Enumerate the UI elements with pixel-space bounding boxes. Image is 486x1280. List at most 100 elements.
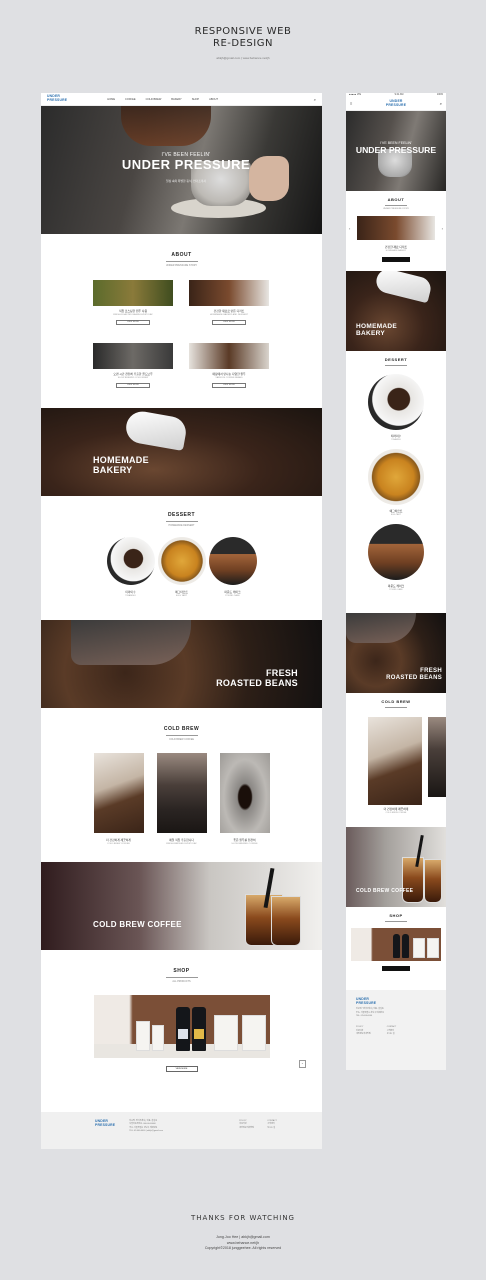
presentation-title-line2: RE-DESIGN <box>213 38 273 49</box>
mobile-bakery-banner: HOMEMADE BAKERY <box>346 271 446 351</box>
mobile-mockup: ●●●●● LTE 9:41 AM 100% ≡ UNDER PRESSURE … <box>346 93 446 1070</box>
coldbrew-caption: 더 건강하게 깨끗하게 <box>106 838 131 842</box>
dessert-caption: 티라미수 <box>125 590 136 594</box>
mobile-coldbrew-coffee-banner: COLD BREW COFFEE <box>346 827 446 907</box>
mobile-dessert-card[interactable]: 티라미수 TIRAMISU <box>346 374 446 441</box>
coldbrew-image <box>219 753 270 833</box>
bakery-brush-image <box>373 271 434 304</box>
mobile-shop-button[interactable] <box>382 966 410 971</box>
mobile-footer-cols: POLICY 이용약관 개인정보처리방침 CONTACT 고객센터 오시는 길 <box>356 1026 446 1036</box>
coldbrew-card[interactable]: 좋은 원두를 천천히 SLOW BREWED COFFEE <box>219 753 270 845</box>
mobile-bakery-label-line2: BAKERY <box>356 330 386 337</box>
footer-link[interactable]: 개인정보처리방침 <box>239 1127 267 1130</box>
coldbrew-subtitle: COLD BREW COFFEE <box>169 738 194 741</box>
coldbrew-image <box>93 753 144 833</box>
mobile-bakery-label-line1: HOMEMADE <box>356 323 398 330</box>
mobile-beans-label-line2: ROASTED BEANS <box>386 675 442 681</box>
nav-coffee[interactable]: COFFEE <box>125 98 136 101</box>
nav-coldbrew[interactable]: COLD BREW <box>146 98 162 101</box>
iced-coffee-glass-image <box>402 857 424 903</box>
footer-contact-col: CONTACT 고객센터 오시는 길 <box>387 1026 397 1036</box>
dessert-caption: 파운드 케이크 <box>224 590 241 594</box>
carousel-prev-icon[interactable]: ‹ <box>349 226 350 231</box>
mobile-dessert-card[interactable]: 파운드 케이크 POUND CAKE <box>346 524 446 591</box>
dessert-card[interactable]: 에그타르트 EGG TART <box>157 537 206 597</box>
footer-logo[interactable]: UNDER PRESSURE <box>95 1119 115 1149</box>
dessert-subcaption: POUND CAKE <box>225 595 240 597</box>
about-card-caption: 매장에서 만나는 다양한 원두 <box>212 372 246 376</box>
mobile-footer-info: 상호명: 언더프레셔 | 대표: 홍길동 주소: 서울특별시 강남구 테헤란로 … <box>356 1008 446 1018</box>
product-box <box>151 1025 164 1051</box>
dessert-card[interactable]: 티라미수 TIRAMISU <box>106 537 155 597</box>
coldbrew-card[interactable]: 더 건강하게 깨끗하게 COLD BREW COFFEE <box>93 753 144 845</box>
coldbrew-title: COLD BREW <box>163 726 200 732</box>
mobile-coldbrew-divider <box>385 707 407 708</box>
mobile-shop-image <box>351 928 441 961</box>
footer-info: 상호명: 언더프레셔 | 대표: 홍길동 사업자등록번호: 000-00-000… <box>129 1120 229 1149</box>
hero-kettle-image <box>121 106 211 146</box>
coldbrew-image <box>156 753 207 833</box>
mobile-hero-title: UNDER PRESSURE <box>355 145 437 155</box>
nav-shop[interactable]: SHOP <box>192 98 199 101</box>
mobile-dessert-card[interactable]: 에그타르트 EGG TART <box>346 449 446 516</box>
mobile-coldbrew-subcaption: COLD BREW COFFEE <box>385 812 407 814</box>
carousel-next-icon[interactable]: › <box>442 226 443 231</box>
footer-policy-col: POLICY 이용약관 개인정보처리방침 <box>239 1120 267 1149</box>
mobile-bakery-label: HOMEMADE BAKERY <box>356 323 397 337</box>
coldbrew-image <box>368 717 422 805</box>
about-view-more-button[interactable]: VIEW MORE <box>116 320 150 325</box>
about-card-subcaption: FRESH ROASTED BEANS EVERY DAY <box>113 314 153 316</box>
about-card: 매장에서 만나는 다양한 원두 VARIOUS COFFEE BEANS VIE… <box>189 343 269 388</box>
dessert-caption: 파운드 케이크 <box>387 584 405 588</box>
product-bottle <box>393 934 400 958</box>
about-view-more-button[interactable]: VIEW MORE <box>212 320 246 325</box>
mobile-nav: ≡ UNDER PRESSURE ⌕ <box>346 97 446 111</box>
search-icon[interactable]: ⌕ <box>440 101 442 106</box>
mobile-coldbrew-section: COLD BREW 더 건강하게 깨끗하게 COLD BREW COFFEE <box>346 693 446 827</box>
dessert-card[interactable]: 파운드 케이크 POUND CAKE <box>208 537 257 597</box>
beans-arm-image <box>346 613 416 643</box>
nav-bakery[interactable]: BAKERY <box>171 98 181 101</box>
bakery-banner: HOMEMADE BAKERY <box>41 408 322 496</box>
footer-link[interactable]: 오시는 길 <box>387 1033 397 1036</box>
mobile-about-title: ABOUT <box>387 197 405 202</box>
desktop-logo[interactable]: UNDER PRESSURE <box>47 95 67 102</box>
search-icon[interactable]: ⌕ <box>314 97 316 102</box>
product-box <box>427 938 439 958</box>
footer-link[interactable]: 오시는 길 <box>267 1127 295 1130</box>
about-card: 직접 로스팅한 원두 사용 FRESH ROASTED BEANS EVERY … <box>93 280 173 325</box>
beans-banner: FRESH ROASTED BEANS <box>41 620 322 708</box>
dessert-section: DESSERT HOMEMADE DESSERT 티라미수 TIRAMISU 에… <box>41 496 322 620</box>
footer-link[interactable]: 개인정보처리방침 <box>356 1033 371 1036</box>
bakery-label-line1: HOMEMADE <box>93 455 149 465</box>
desktop-footer: UNDER PRESSURE 상호명: 언더프레셔 | 대표: 홍길동 사업자등… <box>41 1112 322 1149</box>
dessert-image <box>208 537 257 585</box>
beans-arm-image <box>71 620 191 665</box>
mobile-footer-logo[interactable]: UNDER PRESSURE <box>356 997 446 1005</box>
coldbrew-card[interactable]: 매일 직접 추출합니다 FRESH BREWED EVERY DAY <box>156 753 207 845</box>
status-carrier: ●●●●● LTE <box>349 93 362 96</box>
scroll-top-button[interactable]: ^ <box>299 1060 306 1068</box>
mobile-dessert-divider <box>385 365 407 366</box>
mobile-logo[interactable]: UNDER PRESSURE <box>386 99 406 107</box>
nav-about[interactable]: ABOUT <box>209 98 218 101</box>
coldbrew-divider <box>165 735 198 736</box>
nav-home[interactable]: HOME <box>107 98 115 101</box>
mobile-beans-label-line1: FRESH <box>420 668 442 674</box>
about-card: 오랜 시간 천천히 추출한 콜드브루 SLOW BREWED COLD BREW… <box>93 343 173 388</box>
product-box <box>135 1021 150 1051</box>
dessert-subcaption: EGG TART <box>390 514 401 516</box>
mobile-beans-banner: FRESH ROASTED BEANS <box>346 613 446 693</box>
desktop-menu: HOME COFFEE COLD BREW BAKERY SHOP ABOUT <box>107 98 218 101</box>
presentation-title-line1: RESPONSIVE WEB <box>194 26 292 37</box>
iced-coffee-glass-image <box>271 896 301 946</box>
mobile-coldbrew-title: COLD BREW <box>381 699 411 704</box>
about-view-more-button[interactable]: VIEW MORE <box>116 383 150 388</box>
mobile-about-button[interactable] <box>382 257 410 262</box>
credit-block: Jung.Joo Hee | abkjh@gmail.com www.behan… <box>0 1235 486 1252</box>
coldbrew-subcaption: COLD BREW COFFEE <box>107 843 130 845</box>
about-view-more-button[interactable]: VIEW MORE <box>212 383 246 388</box>
mobile-coldbrew-caption: 더 건강하게 깨끗하게 <box>383 807 409 811</box>
hamburger-menu-icon[interactable]: ≡ <box>350 101 352 106</box>
shop-view-more-button[interactable]: VIEW MORE <box>165 1066 198 1072</box>
